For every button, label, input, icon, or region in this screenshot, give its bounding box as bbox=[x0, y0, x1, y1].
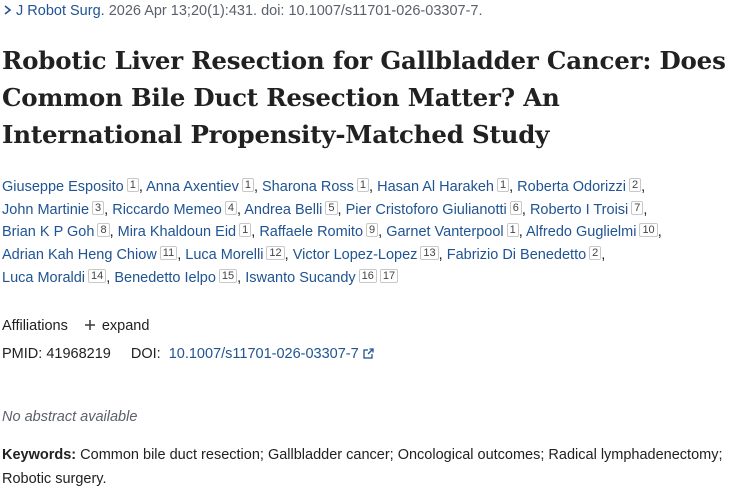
author-item: Riccardo Memeo 4 bbox=[112, 200, 237, 218]
affiliations-section: Affiliations expand bbox=[2, 318, 149, 334]
author-item: John Martinie 3 bbox=[2, 200, 105, 218]
journal-name[interactable]: J Robot Surg. bbox=[16, 3, 105, 19]
doi-link[interactable]: 10.1007/s11701-026-03307-7 bbox=[169, 346, 374, 362]
author-link[interactable]: Raffaele Romito bbox=[259, 224, 363, 240]
affiliation-number[interactable]: 2 bbox=[628, 178, 642, 192]
affiliation-number[interactable]: 16 bbox=[358, 268, 377, 283]
affiliation-number[interactable]: 11 bbox=[159, 246, 178, 261]
affiliation-number[interactable]: 7 bbox=[631, 200, 644, 215]
no-abstract-note: No abstract available bbox=[2, 409, 138, 425]
author-link[interactable]: Hasan Al Harakeh bbox=[377, 179, 494, 195]
author-item: Giuseppe Esposito 1 bbox=[2, 178, 139, 195]
author-link[interactable]: Roberta Odorizzi bbox=[517, 179, 626, 195]
affiliation-number[interactable]: 3 bbox=[92, 200, 105, 215]
author-link[interactable]: Luca Moraldi bbox=[2, 270, 85, 286]
doi-label: DOI: bbox=[130, 346, 161, 362]
affiliation-number[interactable]: 13 bbox=[420, 246, 439, 261]
affiliation-number[interactable]: 8 bbox=[97, 223, 110, 238]
doi-value[interactable]: 10.1007/s11701-026-03307-7 bbox=[169, 346, 359, 362]
author-item: Alfredo Guglielmi 10 bbox=[526, 223, 658, 240]
citation-details: 2026 Apr 13;20(1):431. doi: 10.1007/s117… bbox=[108, 3, 483, 19]
author-link[interactable]: Mira Khaldoun Eid bbox=[118, 224, 237, 240]
affiliation-number[interactable]: 1 bbox=[239, 223, 252, 238]
author-link[interactable]: Iswanto Sucandy bbox=[245, 270, 355, 286]
author-item: Iswanto Sucandy 16 17 bbox=[245, 268, 399, 286]
title-line: International Propensity-Matched Study bbox=[2, 120, 550, 149]
author-item: Brian K P Goh 8 bbox=[2, 223, 110, 240]
plus-icon bbox=[84, 320, 95, 330]
author-item: Victor Lopez-Lopez 13 bbox=[293, 246, 439, 263]
author-link[interactable]: Adrian Kah Heng Chiow bbox=[2, 247, 157, 263]
affiliation-number[interactable]: 14 bbox=[88, 268, 107, 283]
affiliation-number[interactable]: 5 bbox=[325, 200, 338, 215]
expand-label[interactable]: expand bbox=[102, 318, 150, 334]
author-link[interactable]: Roberto I Troisi bbox=[530, 202, 628, 218]
author-item: Fabrizio Di Benedetto 2 bbox=[447, 246, 602, 263]
author-item: Luca Morelli 12 bbox=[185, 246, 285, 263]
author-item: Benedetto Ielpo 15 bbox=[114, 268, 238, 286]
affiliation-number[interactable]: 12 bbox=[266, 246, 285, 261]
author-link[interactable]: Alfredo Guglielmi bbox=[526, 224, 636, 240]
title-line: Robotic Liver Resection for Gallbladder … bbox=[2, 46, 726, 75]
author-item: Andrea Belli 5 bbox=[244, 200, 338, 218]
author-link[interactable]: Riccardo Memeo bbox=[112, 202, 222, 218]
author-link[interactable]: Victor Lopez-Lopez bbox=[293, 247, 418, 263]
identifiers-line: PMID: 41968219 DOI: 10.1007/s11701-026-0… bbox=[2, 346, 374, 362]
affiliations-label: Affiliations bbox=[2, 318, 68, 334]
title-line: Common Bile Duct Resection Matter? An bbox=[2, 83, 560, 112]
article-title: Robotic Liver Resection for Gallbladder … bbox=[2, 42, 744, 153]
author-item: Anna Axentiev 1 bbox=[146, 178, 254, 195]
authors-list: Giuseppe Esposito 1, Anna Axentiev 1, Shar… bbox=[2, 178, 662, 286]
external-link-icon bbox=[363, 348, 374, 359]
keywords-label: Keywords: bbox=[2, 447, 77, 463]
author-item: Pier Cristoforo Giulianotti 6 bbox=[346, 200, 522, 218]
pmid-value: 41968219 bbox=[46, 346, 111, 362]
author-link[interactable]: Giuseppe Esposito bbox=[2, 179, 124, 195]
journal-link[interactable]: J Robot Surg. bbox=[2, 3, 109, 19]
author-link[interactable]: Luca Morelli bbox=[185, 247, 263, 263]
author-item: Roberto I Troisi 7 bbox=[530, 200, 644, 218]
affiliation-number[interactable]: 15 bbox=[218, 268, 238, 283]
author-item: Adrian Kah Heng Chiow 11 bbox=[2, 246, 178, 263]
author-link[interactable]: Garnet Vanterpool bbox=[386, 224, 503, 240]
affiliation-number[interactable]: 6 bbox=[509, 200, 522, 215]
affiliation-number[interactable]: 10 bbox=[639, 223, 658, 238]
author-item: Hasan Al Harakeh 1 bbox=[377, 178, 510, 195]
author-link[interactable]: John Martinie bbox=[2, 202, 89, 218]
affiliation-number[interactable]: 1 bbox=[126, 178, 139, 192]
affiliation-number[interactable]: 4 bbox=[224, 200, 237, 215]
author-item: Luca Moraldi 14 bbox=[2, 268, 107, 286]
chevron-right-icon bbox=[4, 5, 12, 15]
author-item: Roberta Odorizzi 2 bbox=[517, 178, 642, 195]
author-item: Garnet Vanterpool 1 bbox=[386, 223, 519, 240]
author-link[interactable]: Anna Axentiev bbox=[146, 179, 239, 195]
author-item: Raffaele Romito 9 bbox=[259, 223, 379, 240]
affiliation-number[interactable]: 1 bbox=[506, 223, 519, 238]
affiliation-number[interactable]: 1 bbox=[496, 178, 510, 192]
affiliation-number[interactable]: 2 bbox=[589, 246, 602, 261]
pmid-label: PMID: bbox=[2, 346, 43, 362]
affiliation-number[interactable]: 1 bbox=[241, 178, 254, 192]
author-link[interactable]: Benedetto Ielpo bbox=[114, 270, 216, 286]
affiliation-number[interactable]: 17 bbox=[379, 268, 399, 283]
author-item: Sharona Ross 1 bbox=[262, 178, 370, 195]
author-link[interactable]: Andrea Belli bbox=[244, 202, 322, 218]
keywords-text: Common bile duct resection; Gallbladder … bbox=[2, 447, 723, 487]
author-link[interactable]: Sharona Ross bbox=[262, 179, 354, 195]
author-link[interactable]: Pier Cristoforo Giulianotti bbox=[346, 202, 507, 218]
affiliation-number[interactable]: 9 bbox=[366, 223, 379, 238]
author-item: Mira Khaldoun Eid 1 bbox=[118, 223, 252, 240]
author-link[interactable]: Brian K P Goh bbox=[2, 224, 94, 240]
affiliation-number[interactable]: 1 bbox=[356, 178, 370, 192]
affiliations-expand-button[interactable]: expand bbox=[84, 318, 150, 334]
author-link[interactable]: Fabrizio Di Benedetto bbox=[447, 247, 586, 263]
citation-line: J Robot Surg. 2026 Apr 13;20(1):431. doi… bbox=[2, 3, 483, 19]
keywords-section: Keywords: Common bile duct resection; Ga… bbox=[2, 443, 742, 491]
